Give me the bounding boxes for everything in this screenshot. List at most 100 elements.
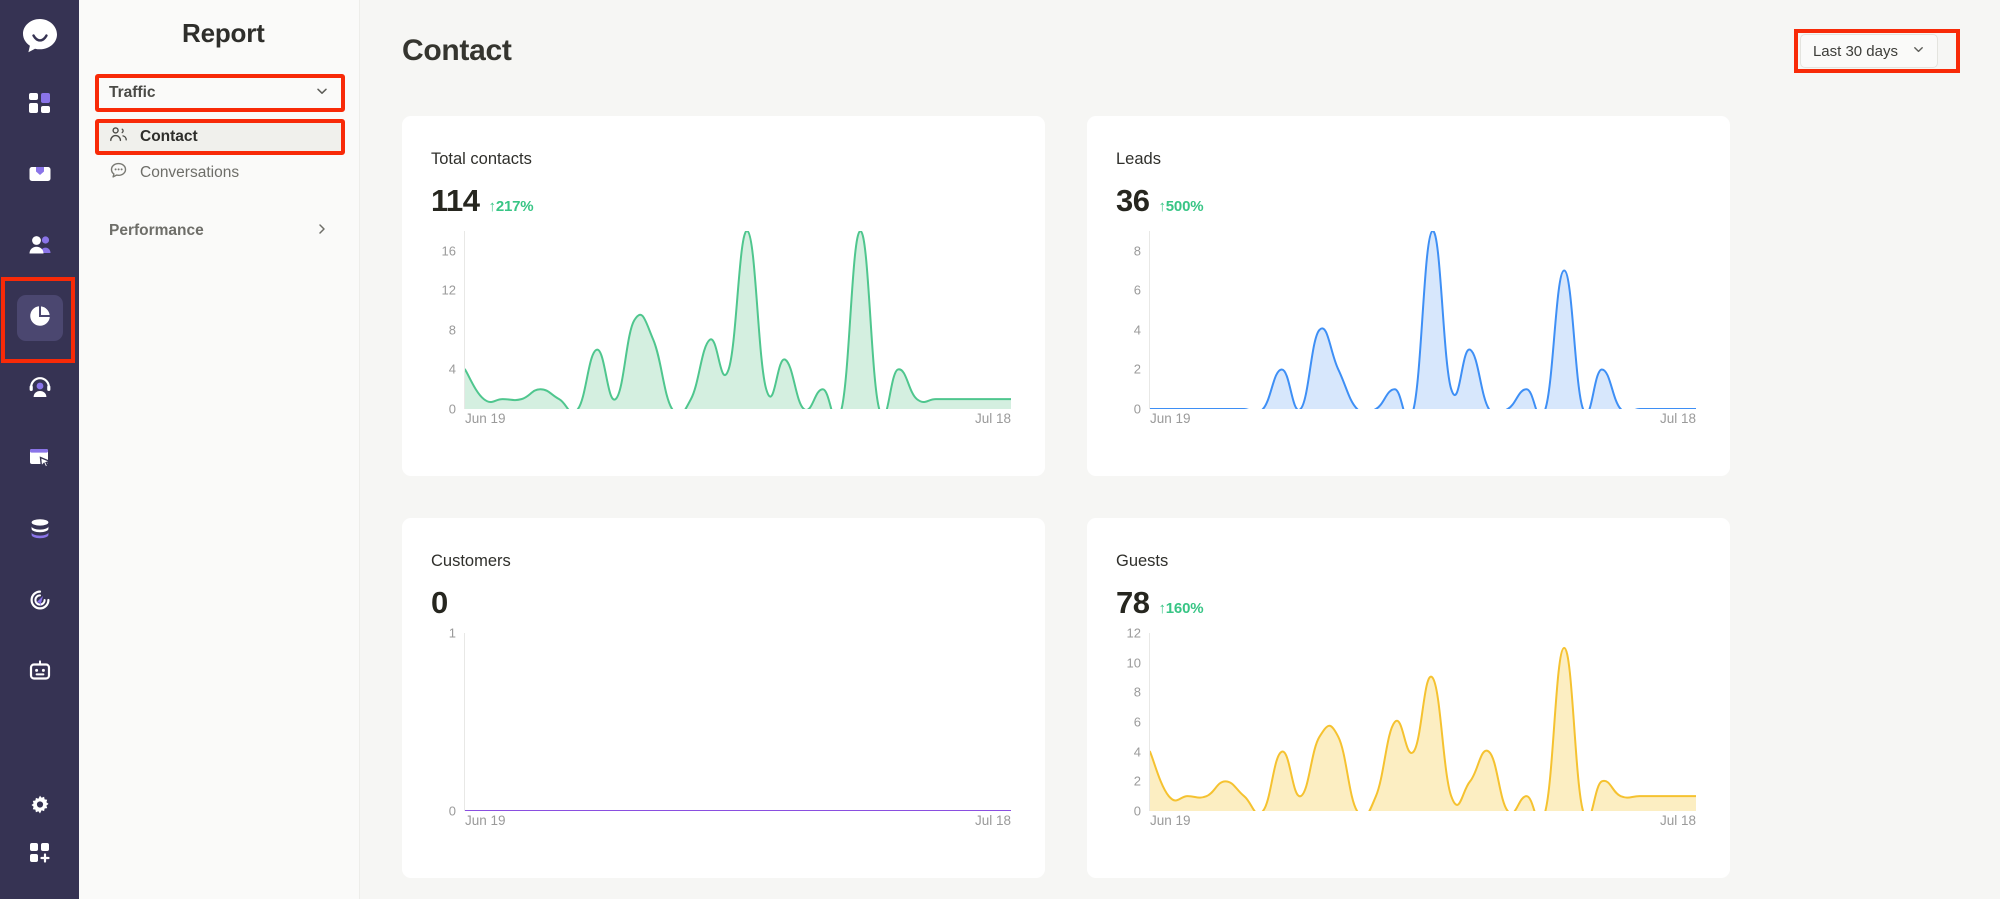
card-delta: ↑500% xyxy=(1158,198,1204,215)
headset-agent-icon xyxy=(27,374,53,405)
x-axis: Jun 19 Jul 18 xyxy=(465,411,1011,426)
x-axis: Jun 19 Jul 18 xyxy=(465,813,1011,828)
main-content: Contact Last 30 days Total contacts 114 … xyxy=(360,0,2000,899)
sidebar-item-apps[interactable] xyxy=(17,831,63,877)
y-axis: 0 2 4 6 8 xyxy=(1115,231,1149,416)
x-axis: Jun 19 Jul 18 xyxy=(1150,813,1696,828)
card-title: Guests xyxy=(1116,552,1169,570)
sidebar-item-inbox[interactable] xyxy=(17,153,63,199)
nav-panel-title: Report xyxy=(182,18,265,48)
card-delta: ↑217% xyxy=(488,198,534,215)
metric-card-grid: Total contacts 114 ↑217% 0 4 8 12 16 Jun 19 … xyxy=(360,102,2000,878)
y-axis: 0 2 4 6 8 10 12 xyxy=(1115,626,1149,819)
sidebar-item-campaigns[interactable] xyxy=(17,437,63,483)
report-type-select[interactable]: Traffic xyxy=(97,75,341,111)
x-axis-tick-end: Jul 18 xyxy=(1659,411,1696,426)
y-axis-tick: 12 xyxy=(441,282,456,298)
pie-chart-report-icon xyxy=(27,303,53,334)
card-value: 0 xyxy=(431,585,448,620)
chart-plot-area[interactable] xyxy=(465,231,1011,409)
y-axis-tick: 4 xyxy=(1133,322,1141,338)
chart-guests: 0 2 4 6 8 10 12 Jun 19 Jul 18 xyxy=(1115,626,1696,843)
chart-customers: 01 Jun 19 Jul 18 xyxy=(430,626,1011,843)
y-axis-tick: 2 xyxy=(1133,361,1141,377)
y-axis-tick: 16 xyxy=(441,243,456,259)
metric-card-leads: Leads 36 ↑500% 0 2 4 6 8 Jun 19 Jul 18 xyxy=(1087,116,1730,476)
y-axis-tick: 4 xyxy=(1133,744,1141,760)
card-title: Leads xyxy=(1116,150,1161,168)
chevron-right-icon xyxy=(315,222,329,241)
automation-rocket-icon xyxy=(27,587,53,618)
card-metric: 0 xyxy=(431,585,1011,621)
chart-area-fill xyxy=(465,231,1011,409)
sidebar-item-contacts[interactable] xyxy=(17,224,63,270)
chevron-down-icon xyxy=(315,84,329,103)
card-value: 36 xyxy=(1116,183,1150,218)
contacts-people-icon xyxy=(27,232,53,263)
card-title: Total contacts xyxy=(431,150,532,168)
chevron-down-icon xyxy=(1912,43,1925,60)
chart-leads: 0 2 4 6 8 Jun 19 Jul 18 xyxy=(1115,231,1696,441)
sidebar-item-data[interactable] xyxy=(17,508,63,554)
chart-total-contacts: 0 4 8 12 16 Jun 19 Jul 18 xyxy=(430,231,1011,441)
sidebar-group-performance-label: Performance xyxy=(109,222,204,239)
y-axis-tick: 0 xyxy=(1133,803,1141,819)
metric-card-guests: Guests 78 ↑160% 0 2 4 6 8 10 12 Jun 19 Jul 18 xyxy=(1087,518,1730,878)
card-title: Customers xyxy=(431,552,511,570)
database-stack-icon xyxy=(27,516,53,547)
x-axis-tick-start: Jun 19 xyxy=(1150,813,1191,828)
x-axis-tick-start: Jun 19 xyxy=(1150,411,1191,426)
x-axis: Jun 19 Jul 18 xyxy=(1150,411,1696,426)
y-axis-tick: 12 xyxy=(1126,625,1141,641)
y-axis: 0 4 8 12 16 xyxy=(430,231,464,416)
y-axis-tick: 1 xyxy=(448,625,456,641)
page-title: Contact xyxy=(402,34,512,67)
icon-rail xyxy=(0,0,79,899)
sidebar-item-contact[interactable]: Contact xyxy=(97,120,341,154)
card-metric: 36 ↑500% xyxy=(1116,183,1696,219)
y-axis-tick: 10 xyxy=(1126,655,1141,671)
report-nav-panel: Report Traffic Contact Conversations Per… xyxy=(79,0,360,899)
y-axis-tick: 6 xyxy=(1133,282,1141,298)
y-axis-tick: 8 xyxy=(1133,684,1141,700)
dashboard-grid-icon xyxy=(27,90,53,121)
sidebar-item-dashboard[interactable] xyxy=(17,82,63,128)
card-value: 78 xyxy=(1116,585,1150,620)
sidebar-group-performance[interactable]: Performance xyxy=(97,214,341,248)
card-delta: ↑160% xyxy=(1158,600,1204,617)
x-axis-tick-end: Jul 18 xyxy=(1659,813,1696,828)
chat-bubble-logo-icon[interactable] xyxy=(17,13,63,64)
gear-settings-icon xyxy=(27,793,53,824)
chart-plot-area[interactable] xyxy=(465,633,1011,811)
sidebar-item-contact-label: Contact xyxy=(140,128,198,145)
y-axis-tick: 0 xyxy=(448,803,456,819)
y-axis-tick: 0 xyxy=(1133,401,1141,417)
y-axis-tick: 6 xyxy=(1133,714,1141,730)
x-axis-tick-end: Jul 18 xyxy=(974,411,1011,426)
y-axis-tick: 0 xyxy=(448,401,456,417)
report-type-select-label: Traffic xyxy=(109,84,156,101)
sidebar-item-automation[interactable] xyxy=(17,579,63,625)
sidebar-item-conversations[interactable]: Conversations xyxy=(97,156,341,190)
y-axis: 01 xyxy=(430,626,464,819)
sidebar-item-chatbot[interactable] xyxy=(17,650,63,696)
sidebar-item-conversations-label: Conversations xyxy=(140,164,240,181)
date-range-wrapper: Last 30 days xyxy=(1793,29,1960,73)
chart-plot-area[interactable] xyxy=(1150,633,1696,811)
sidebar-item-settings[interactable] xyxy=(17,785,63,831)
card-metric: 78 ↑160% xyxy=(1116,585,1696,621)
y-axis-tick: 8 xyxy=(448,322,456,338)
y-axis-tick: 4 xyxy=(448,361,456,377)
x-axis-tick-end: Jul 18 xyxy=(974,813,1011,828)
sidebar-item-report[interactable] xyxy=(16,295,63,341)
campaign-window-click-icon xyxy=(27,445,53,476)
apps-add-grid-icon xyxy=(27,839,53,870)
date-range-picker[interactable]: Last 30 days xyxy=(1799,34,1938,68)
x-axis-tick-start: Jun 19 xyxy=(465,411,506,426)
y-axis-tick: 2 xyxy=(1133,773,1141,789)
chart-plot-area[interactable] xyxy=(1150,231,1696,409)
y-axis-tick: 8 xyxy=(1133,243,1141,259)
date-range-label: Last 30 days xyxy=(1812,42,1898,60)
sidebar-item-agents[interactable] xyxy=(17,366,63,412)
chat-dots-icon xyxy=(109,161,128,185)
